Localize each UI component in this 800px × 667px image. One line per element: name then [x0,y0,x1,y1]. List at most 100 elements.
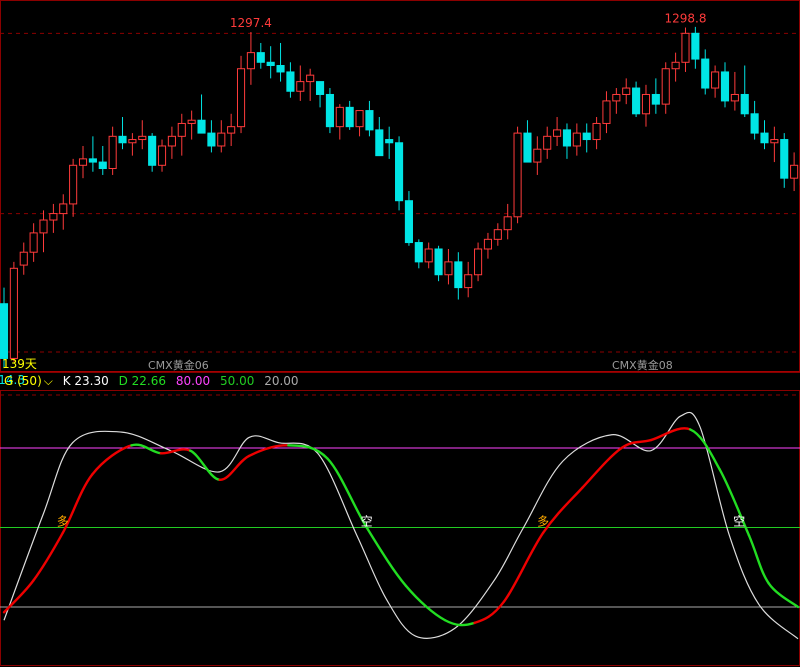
candle-up [661,68,670,105]
candle-up [503,216,512,231]
indicator-legend-bar: G (50) ⌵ K 23.30 D 22.66 80.00 50.00 20.0… [0,372,800,390]
d-line-falling-segment [767,581,800,609]
d-line-falling-segment [130,443,163,455]
candle-up [108,135,117,170]
candle-down [720,71,730,102]
candle-up [533,148,542,163]
candle-up [493,229,502,240]
contract-label-left: CMX黄金06 [148,359,209,372]
candle-down [434,248,443,276]
candle-up [177,122,186,137]
d-line-falling-segment [365,526,408,587]
candle-up [49,213,58,221]
candle-down [345,106,354,128]
candle-down [118,135,127,144]
candle-down [740,93,749,115]
candle-up [29,232,38,253]
candle-up [513,132,522,218]
chart-canvas: 1297.41298.81214.3多空多空 [0,0,800,666]
candle-up [444,261,453,276]
candle-down [651,93,660,105]
candle-down [414,242,423,263]
candle-up [464,274,473,289]
upper-level-label: 80.00 [175,374,211,388]
buy-signal-label: 多 [57,515,69,529]
d-line-rising-segment [581,446,623,489]
candle-down [266,61,275,67]
candle-down [760,132,769,144]
candle-down [286,71,295,92]
candle-up [602,100,611,124]
d-value-label: D 22.66 [118,374,166,388]
indicator-name[interactable]: G (50) ⌵ [4,374,53,388]
candle-up [59,203,68,215]
candle-up [217,132,226,147]
candle-up [167,135,176,147]
candle-up [770,139,779,144]
d-line-falling-segment [443,619,476,627]
candle-down [256,52,265,63]
candle-up [236,68,246,128]
candle-up [227,126,236,134]
day-count-label: 139天 [2,357,37,371]
high-annotation-1: 1297.4 [230,16,272,30]
candle-up [187,119,196,124]
d-line-rising-segment [91,444,133,476]
candle-down [365,110,374,131]
candle-down [375,129,384,157]
contract-label-right: CMX黄金08 [612,359,673,372]
candle-down [632,87,641,115]
candle-up [296,81,305,92]
candle-down [325,93,334,128]
candle-up [157,145,167,166]
candle-down [562,129,572,147]
candle-down [315,81,325,95]
candle-down [691,32,700,60]
candle-down [454,261,463,289]
mid-level-label: 50.00 [220,374,255,388]
candle-up [138,135,147,141]
chevron-down-icon[interactable]: ⌵ [44,374,53,388]
candle-up [553,129,562,137]
candle-up [622,87,631,95]
candle-up [306,74,315,83]
candle-down [207,132,216,147]
candle-down [395,142,404,202]
candle-down [780,139,789,179]
candle-up [730,93,739,102]
d-line-rising-segment [473,600,506,625]
candle-up [39,219,48,234]
indicator-name-text: G (50) [4,374,42,388]
candle-up [9,267,18,359]
candle-up [592,122,601,141]
d-line-rising-segment [218,454,251,481]
candle-down [404,200,413,244]
candle-down [750,113,759,134]
candle-up [612,93,621,102]
d-line-falling-segment [189,449,221,481]
d-line-rising-segment [32,531,65,582]
d-line-rising-segment [502,531,545,603]
k-line [3,411,799,640]
sell-signal-label: 空 [733,515,745,529]
d-line-rising-segment [649,427,692,442]
candle-up [671,61,680,70]
d-line-rising-segment [247,444,290,458]
buy-signal-label: 多 [537,515,549,529]
d-line-rising-segment [2,579,35,614]
candle-up [355,110,364,128]
d-line-falling-segment [287,444,329,460]
candle-up [641,93,651,115]
candle-up [572,132,581,147]
candle-up [69,164,78,205]
candle-up [543,135,552,150]
sell-signal-label: 空 [361,515,373,529]
candle-down [701,58,710,89]
candle-down [148,135,157,166]
candle-down [276,65,285,73]
k-value-label: K 23.30 [62,374,109,388]
candle-up [19,251,28,266]
d-line-falling-segment [404,584,447,622]
candle-down [0,303,9,359]
candle-up [474,248,483,276]
